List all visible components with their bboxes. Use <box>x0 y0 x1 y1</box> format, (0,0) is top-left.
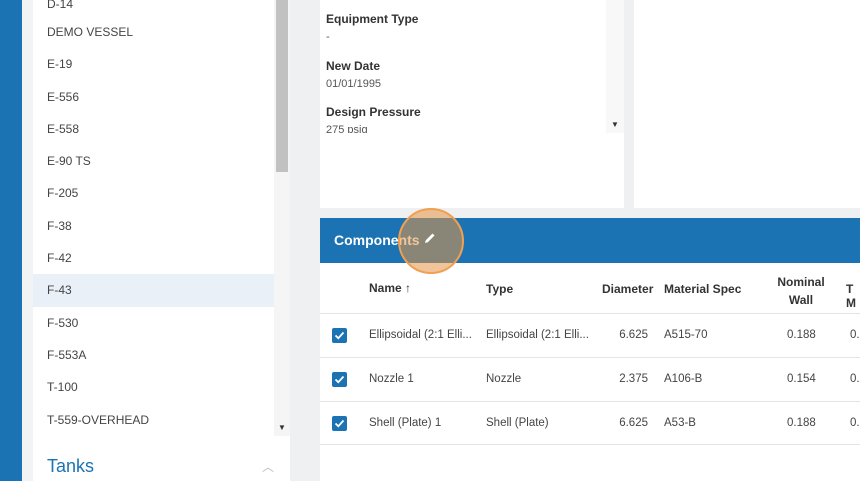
column-header-nominal-wall[interactable]: Nominal Wall <box>776 273 826 309</box>
list-item[interactable]: T-559-OVERHEAD <box>33 404 274 436</box>
field-value: 01/01/1995 <box>326 78 382 90</box>
field-label: Design Pressure <box>326 105 421 119</box>
side-padding <box>22 0 33 481</box>
column-header-type[interactable]: Type <box>486 282 513 296</box>
row-checkbox[interactable] <box>332 328 347 343</box>
field-design-pressure: Design Pressure 275 psig <box>326 105 421 133</box>
list-item[interactable]: F-553A <box>33 339 274 371</box>
list-item[interactable]: F-530 <box>33 307 274 339</box>
list-item[interactable]: E-90 TS <box>33 145 274 177</box>
components-title: Components <box>334 232 420 248</box>
list-item[interactable]: DEMO VESSEL <box>33 16 274 48</box>
cell-t-min: 0.1 <box>850 417 860 429</box>
cell-diameter: 2.375 <box>619 373 648 385</box>
chevron-up-icon[interactable]: ︿ <box>262 458 274 475</box>
checkmark-icon <box>334 331 345 340</box>
details-fields: Equipment Type - New Date 01/01/1995 Des… <box>320 0 606 133</box>
cell-nominal-wall: 0.154 <box>787 373 816 385</box>
field-new-date: New Date 01/01/1995 <box>326 59 381 90</box>
list-item[interactable]: E-19 <box>33 48 274 80</box>
scroll-down-arrow-icon[interactable]: ▼ <box>606 120 624 129</box>
list-item-selected[interactable]: F-43 <box>33 274 274 307</box>
list-item[interactable]: F-38 <box>33 210 274 242</box>
checkmark-icon <box>334 375 345 384</box>
equipment-list: D-14 DEMO VESSEL E-19 E-556 E-558 E-90 T… <box>33 0 274 436</box>
details-scrollbar[interactable]: ▼ <box>606 0 624 133</box>
field-value: - <box>326 31 330 43</box>
list-item[interactable]: D-14 <box>33 0 274 16</box>
table-row[interactable]: Ellipsoidal (2:1 Elli... Ellipsoidal (2:… <box>320 313 860 357</box>
cell-material-spec: A53-B <box>664 417 696 429</box>
list-item[interactable]: F-205 <box>33 177 274 209</box>
column-header-diameter[interactable]: Diameter <box>602 282 653 296</box>
blank-panel <box>634 0 860 208</box>
list-item[interactable]: F-42 <box>33 242 274 274</box>
gutter <box>290 0 320 481</box>
pencil-icon[interactable] <box>424 232 438 248</box>
checkmark-icon <box>334 419 345 428</box>
column-header-material-spec[interactable]: Material Spec <box>664 282 741 296</box>
scroll-down-arrow-icon[interactable]: ▼ <box>274 423 290 432</box>
cell-type: Nozzle <box>486 373 522 385</box>
cell-t-min: 0.1 <box>850 373 860 385</box>
components-header: Components <box>320 208 860 274</box>
equipment-details-panel: Equipment Type - New Date 01/01/1995 Des… <box>320 0 624 208</box>
column-header-t-min[interactable]: T M <box>846 282 860 310</box>
cell-type: Ellipsoidal (2:1 Elli... <box>486 329 589 341</box>
field-label: New Date <box>326 59 381 73</box>
list-scroll-thumb[interactable] <box>276 0 288 172</box>
table-row[interactable]: Shell (Plate) 1 Shell (Plate) 6.625 A53-… <box>320 401 860 445</box>
field-label: Equipment Type <box>326 12 419 26</box>
cell-material-spec: A106-B <box>664 373 703 385</box>
cell-t-min: 0.1 <box>850 329 860 341</box>
tanks-section-title[interactable]: Tanks <box>47 456 94 477</box>
cell-name: Ellipsoidal (2:1 Elli... <box>369 329 472 341</box>
cell-diameter: 6.625 <box>619 329 648 341</box>
components-panel: Components Name ↑ Type Diameter Material… <box>320 208 860 481</box>
equipment-sidebar: D-14 DEMO VESSEL E-19 E-556 E-558 E-90 T… <box>33 0 290 481</box>
list-scrollbar[interactable]: ▼ <box>274 0 290 436</box>
cell-nominal-wall: 0.188 <box>787 417 816 429</box>
list-item[interactable]: E-556 <box>33 81 274 113</box>
column-header-name[interactable]: Name ↑ <box>369 281 411 295</box>
cell-type: Shell (Plate) <box>486 417 549 429</box>
cell-material-spec: A515-70 <box>664 329 708 341</box>
cell-nominal-wall: 0.188 <box>787 329 816 341</box>
app-side-strip <box>0 0 22 481</box>
field-value: 275 psig <box>326 124 368 133</box>
list-item[interactable]: E-558 <box>33 113 274 145</box>
cell-name: Shell (Plate) 1 <box>369 417 442 429</box>
list-item[interactable]: T-100 <box>33 371 274 403</box>
row-checkbox[interactable] <box>332 372 347 387</box>
cell-diameter: 6.625 <box>619 417 648 429</box>
row-checkbox[interactable] <box>332 416 347 431</box>
cell-name: Nozzle 1 <box>369 373 414 385</box>
field-equipment-type: Equipment Type - <box>326 12 418 43</box>
table-row[interactable]: Nozzle 1 Nozzle 2.375 A106-B 0.154 0.1 <box>320 357 860 401</box>
